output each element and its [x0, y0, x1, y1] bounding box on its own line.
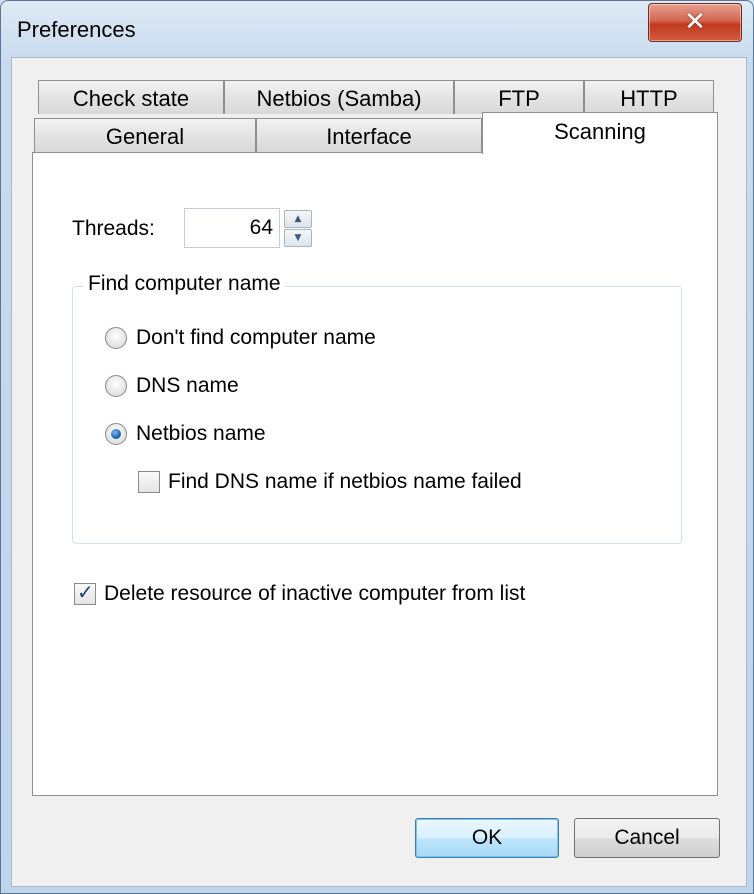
radio-selected-dot	[111, 429, 121, 439]
find-dns-if-netbios-failed-label[interactable]: Find DNS name if netbios name failed	[168, 470, 522, 494]
radio-dont-find-computer-name[interactable]	[105, 327, 127, 349]
threads-input[interactable]: 64	[184, 208, 280, 248]
checkmark-icon: ✓	[77, 580, 94, 604]
threads-spin-up-button[interactable]: ▲	[284, 210, 312, 228]
delete-inactive-label[interactable]: Delete resource of inactive computer fro…	[104, 582, 525, 606]
chevron-down-icon: ▼	[294, 233, 302, 243]
threads-label: Threads:	[72, 217, 155, 240]
radio-netbios-name[interactable]	[105, 423, 127, 445]
chevron-up-icon: ▲	[294, 214, 302, 224]
radio-dont-find-computer-name-label[interactable]: Don't find computer name	[136, 326, 376, 350]
radio-netbios-name-label[interactable]: Netbios name	[136, 422, 266, 446]
find-computer-name-group	[72, 286, 682, 544]
find-dns-if-netbios-failed-checkbox[interactable]	[138, 471, 160, 493]
radio-dns-name-label[interactable]: DNS name	[136, 374, 239, 398]
radio-dns-name[interactable]	[105, 375, 127, 397]
threads-spin-down-button[interactable]: ▼	[284, 229, 312, 247]
delete-inactive-checkbox[interactable]: ✓	[74, 580, 96, 605]
scanning-panel-content: Threads: 64 ▲ ▼ Find computer name Don't…	[0, 0, 754, 894]
find-computer-name-group-title: Find computer name	[84, 272, 285, 296]
